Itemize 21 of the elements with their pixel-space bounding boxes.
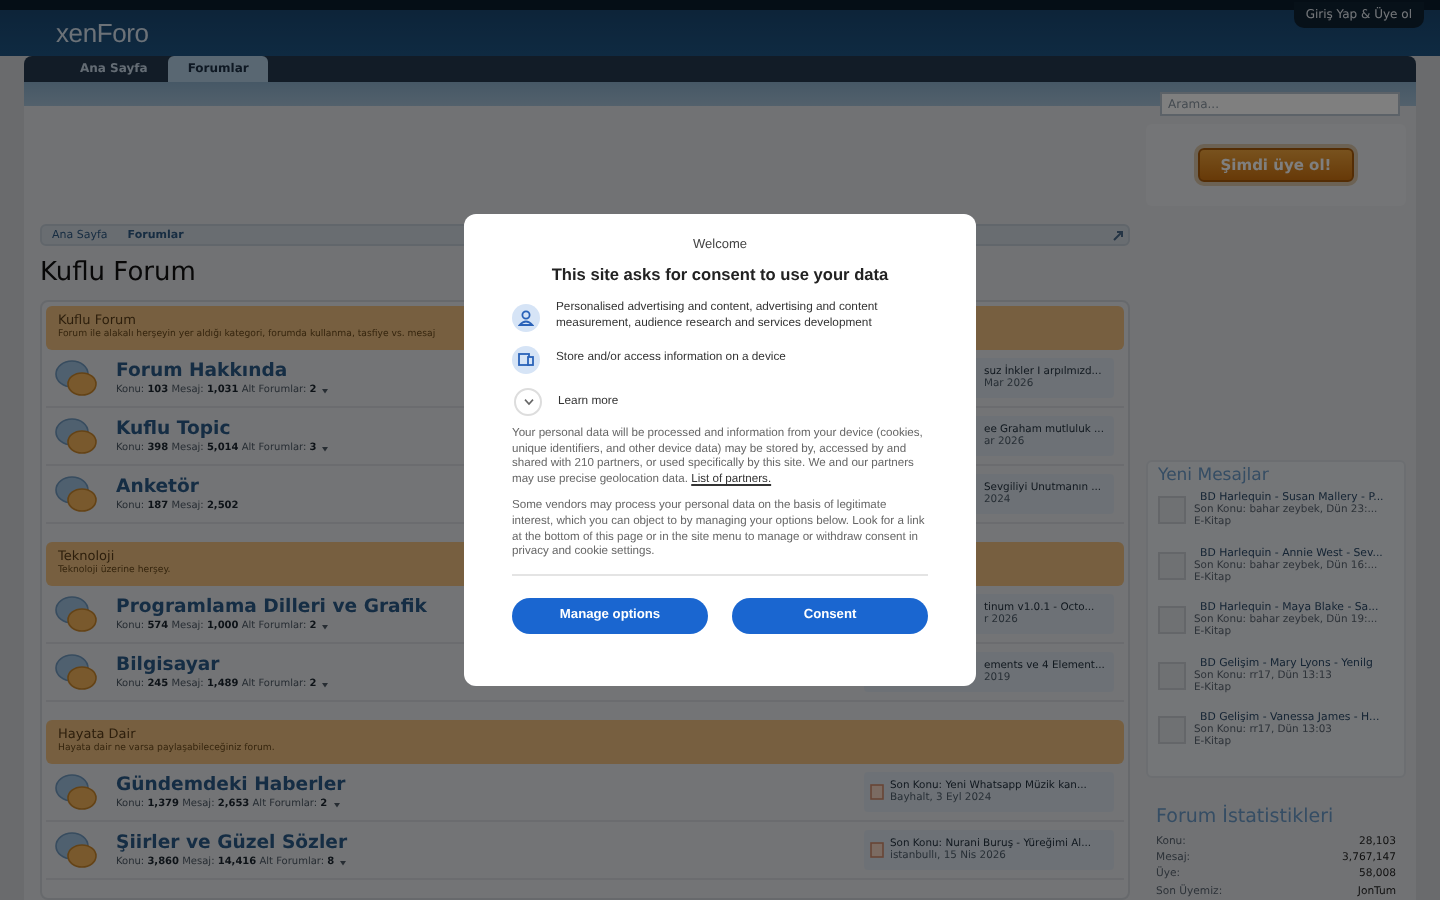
speech-bubbles-icon — [54, 416, 98, 456]
section-title: Yeni Mesajlar — [1158, 466, 1271, 486]
dialog-title: This site asks for consent to use your data — [549, 264, 891, 284]
document-icon — [870, 784, 884, 800]
speech-bubbles-icon — [54, 358, 98, 398]
section-title: Forum İstatistikleri — [1156, 805, 1336, 827]
person-icon — [518, 309, 534, 325]
jump-icon — [1112, 230, 1124, 242]
speech-bubbles-icon — [54, 772, 98, 812]
speech-bubbles-icon — [54, 830, 98, 870]
forum-title[interactable]: Gündemdeki Haberler — [116, 774, 864, 796]
expand-button[interactable] — [514, 388, 542, 416]
speech-bubbles-icon — [54, 474, 98, 514]
page-title: Kuflu Forum — [40, 258, 196, 290]
document-icon — [870, 842, 884, 858]
speech-bubbles-icon — [54, 594, 98, 634]
forum-title[interactable]: Şiirler ve Güzel Sözler — [116, 832, 864, 854]
chevron-down-icon — [523, 398, 533, 406]
site-logo: xenForo — [56, 18, 149, 48]
speech-bubbles-icon — [54, 652, 98, 692]
devices-icon — [518, 352, 534, 368]
